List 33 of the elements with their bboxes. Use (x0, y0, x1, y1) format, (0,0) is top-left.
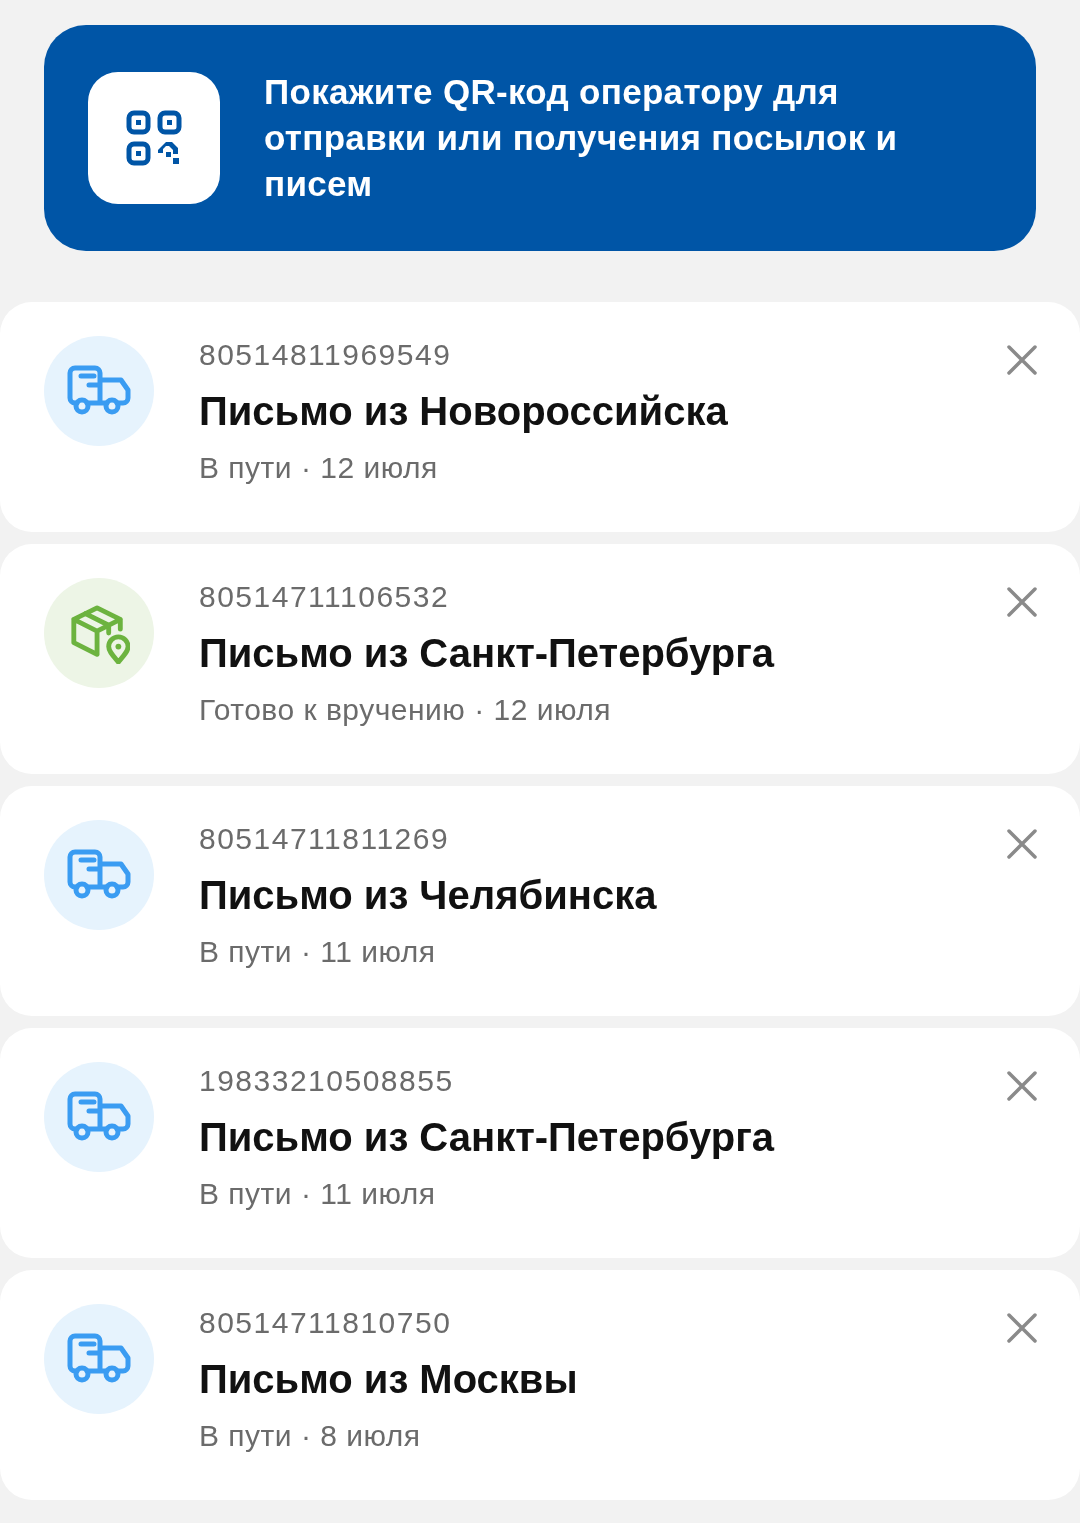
shipment-card[interactable]: 80514711106532 Письмо из Санкт-Петербурга Готово к вручению · 12 июля (0, 544, 1080, 774)
qr-banner[interactable]: Покажите QR-код оператору для отправки или получения посылок и писем (44, 25, 1036, 251)
tracking-number: 80514711810750 (199, 1305, 453, 1341)
shipment-status: В пути · 11 июля (199, 1176, 437, 1212)
close-icon[interactable] (1006, 828, 1038, 860)
close-icon[interactable] (1006, 586, 1038, 618)
qr-code-icon (126, 110, 182, 166)
tracking-number: 19833210508855 (199, 1063, 455, 1099)
truck-icon (67, 365, 131, 417)
tracking-number: 80514711106532 (199, 579, 451, 615)
tracking-number: 80514711811269 (199, 821, 451, 857)
shipment-card[interactable]: 19833210508855 Письмо из Санкт-Петербурга В пути · 11 июля (0, 1028, 1080, 1258)
truck-icon (67, 849, 131, 901)
shipment-status: В пути · 8 июля (199, 1418, 422, 1454)
shipment-card[interactable]: 80514811969549 Письмо из Новороссийска В пути · 12 июля (0, 302, 1080, 532)
shipment-title: Письмо из Челябинска (199, 872, 657, 919)
close-icon[interactable] (1006, 1312, 1038, 1344)
shipment-card[interactable]: 80514711810750 Письмо из Москвы В пути · 8 июля (0, 1270, 1080, 1500)
shipment-title: Письмо из Санкт-Петербурга (199, 1114, 775, 1161)
banner-text: Покажите QR-код оператору для отправки или получения посылок и писем (264, 71, 899, 205)
shipment-title: Письмо из Новороссийска (199, 388, 728, 435)
shipment-status: Готово к вручению · 12 июля (199, 692, 613, 728)
close-icon[interactable] (1006, 344, 1038, 376)
close-icon[interactable] (1006, 1070, 1038, 1102)
shipment-card[interactable]: 80514711811269 Письмо из Челябинска В пути · 11 июля (0, 786, 1080, 1016)
truck-icon (67, 1091, 131, 1143)
package-location-icon (68, 602, 130, 664)
truck-icon (67, 1333, 131, 1385)
shipment-title: Письмо из Москвы (199, 1356, 578, 1403)
shipment-status: В пути · 12 июля (199, 450, 439, 486)
shipment-status: В пути · 11 июля (199, 934, 437, 970)
shipment-title: Письмо из Санкт-Петербурга (199, 630, 775, 677)
tracking-number: 80514811969549 (199, 337, 453, 373)
